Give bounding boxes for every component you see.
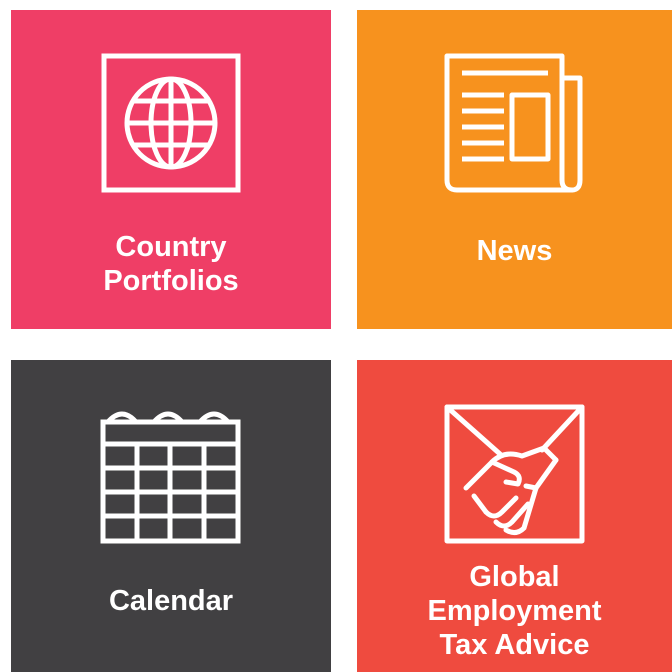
tile-label: Global Employment Tax Advice [427,561,602,661]
tile-label: Calendar [108,585,234,617]
tile-news[interactable]: News [357,10,672,329]
tile-calendar[interactable]: Calendar [11,360,331,672]
tile-label: Country Portfolios [103,231,239,297]
newspaper-icon [444,53,582,193]
globe-icon [101,53,241,193]
tile-global-employment-tax-advice[interactable]: Global Employment Tax Advice [357,360,672,672]
tile-label: News [476,235,553,267]
calendar-icon [100,411,241,544]
handshake-icon [444,404,584,544]
tile-country-portfolios[interactable]: Country Portfolios [11,10,331,329]
